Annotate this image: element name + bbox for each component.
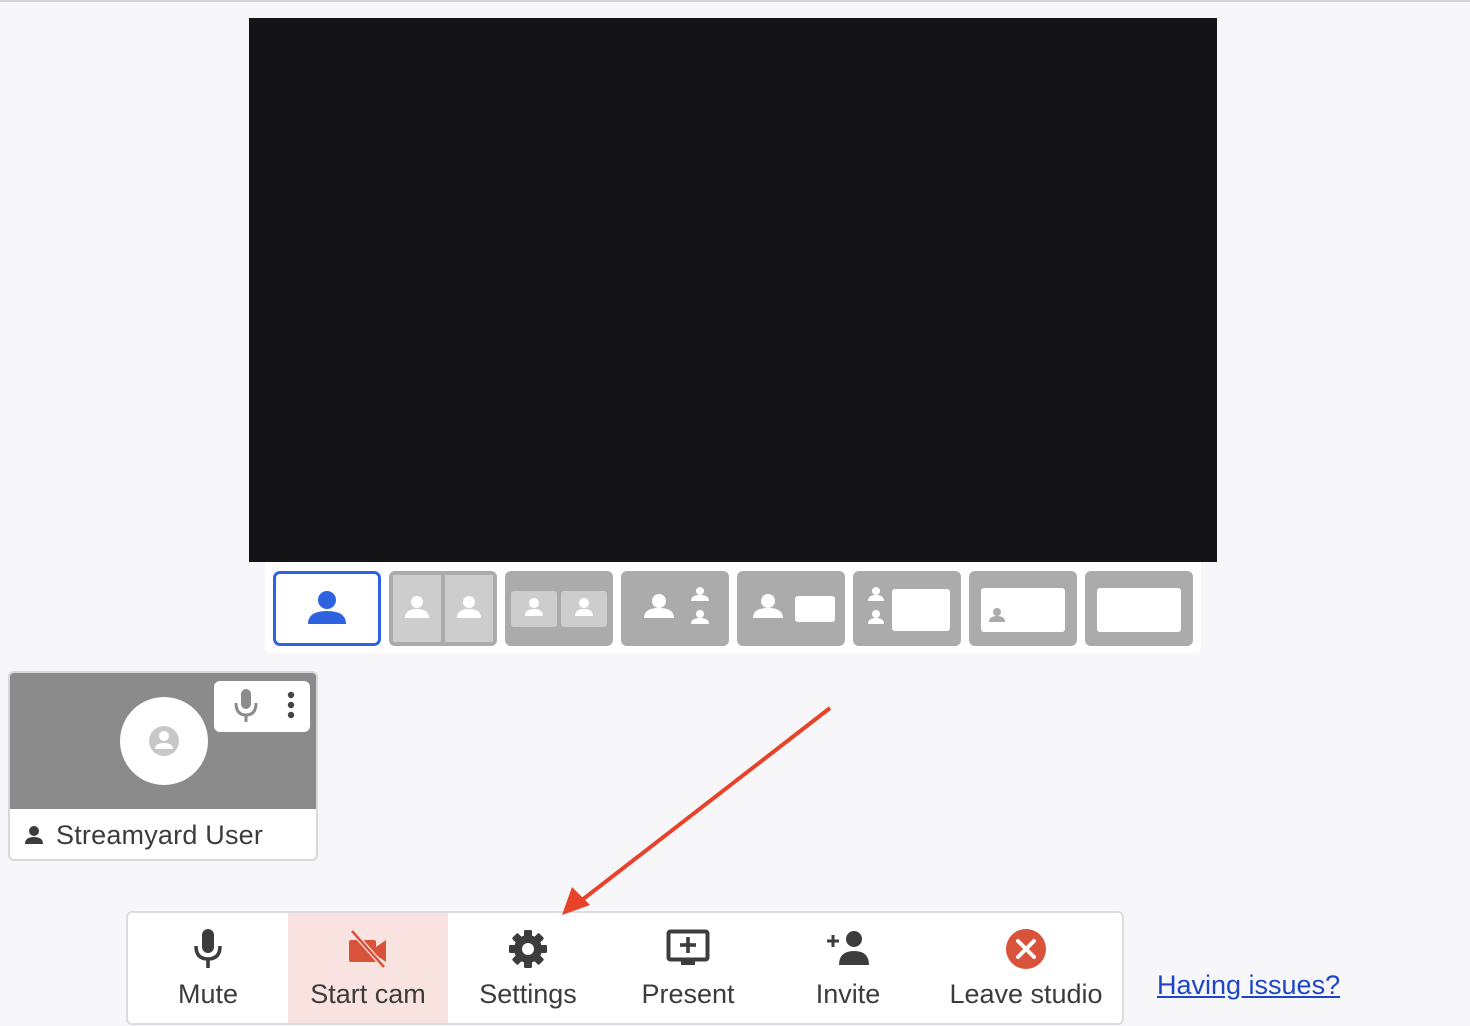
- participant-video: [10, 673, 316, 809]
- split-layout-icon: [393, 575, 493, 642]
- screen-pip-layout-icon: [981, 588, 1065, 632]
- settings-label: Settings: [479, 979, 577, 1009]
- single-person-layout-icon: [308, 591, 346, 624]
- participant-name-row: Streamyard User: [10, 809, 316, 859]
- layout-option-screen-pip[interactable]: [969, 571, 1077, 646]
- having-issues-link[interactable]: Having issues?: [1157, 970, 1340, 1001]
- invite-label: Invite: [815, 979, 881, 1009]
- top-border: [0, 0, 1470, 2]
- layout-option-group[interactable]: [621, 571, 729, 646]
- leave-studio-button[interactable]: Leave studio: [946, 913, 1106, 1023]
- participant-tile[interactable]: Streamyard User: [8, 671, 318, 861]
- layout-option-split[interactable]: [389, 571, 497, 646]
- microphone-icon[interactable]: [234, 689, 258, 722]
- broadcast-stage: [249, 18, 1217, 562]
- layout-selector: [265, 562, 1201, 653]
- present-label: Present: [641, 979, 735, 1009]
- invite-button[interactable]: Invite: [768, 913, 928, 1023]
- layout-option-screen-only[interactable]: [1085, 571, 1193, 646]
- annotation-arrow-shaft: [580, 706, 832, 902]
- layout-option-sidebar-screen[interactable]: [853, 571, 961, 646]
- layout-option-solo[interactable]: [273, 571, 381, 646]
- person-screen-layout-icon: [753, 594, 835, 622]
- present-button[interactable]: Present: [608, 913, 768, 1023]
- leave-studio-label: Leave studio: [949, 979, 1103, 1009]
- add-person-icon: [827, 931, 869, 965]
- mute-button[interactable]: Mute: [128, 913, 288, 1023]
- participant-controls-icons: [234, 689, 295, 722]
- microphone-icon: [194, 929, 222, 968]
- camera-off-icon: [349, 929, 386, 969]
- mute-label: Mute: [177, 979, 239, 1009]
- avatar: [120, 697, 208, 785]
- close-circle-icon: [1006, 929, 1046, 969]
- settings-button[interactable]: Settings: [448, 913, 608, 1023]
- sidebar-screen-layout-icon: [868, 587, 950, 631]
- person-icon: [25, 826, 43, 844]
- gear-icon: [509, 930, 547, 968]
- studio-toolbar: Mute Start cam Settings Present Invite L…: [126, 911, 1124, 1025]
- start-cam-button[interactable]: Start cam: [288, 913, 448, 1023]
- screen-only-layout-icon: [1097, 588, 1181, 632]
- start-cam-label: Start cam: [310, 979, 426, 1009]
- layout-option-person-screen[interactable]: [737, 571, 845, 646]
- participant-controls: [214, 681, 310, 732]
- participant-name: Streamyard User: [56, 819, 264, 850]
- more-vertical-icon[interactable]: [287, 691, 295, 719]
- present-screen-icon: [666, 929, 710, 965]
- layout-option-thin-split[interactable]: [505, 571, 613, 646]
- thin-split-layout-icon: [511, 591, 607, 627]
- user-avatar-icon: [149, 726, 179, 756]
- group-layout-icon: [644, 587, 709, 624]
